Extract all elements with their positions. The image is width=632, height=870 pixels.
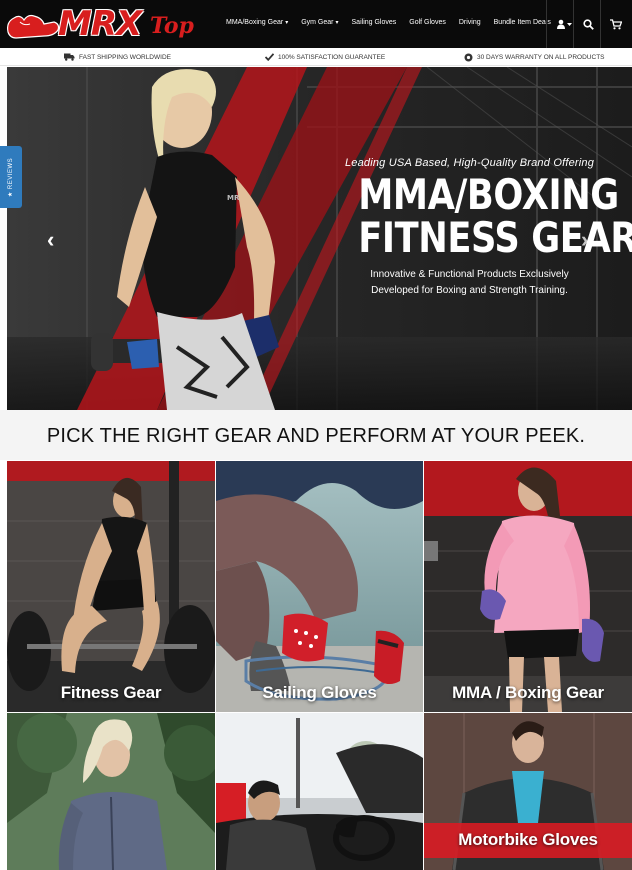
category-label: Motorbike Gloves — [458, 830, 598, 849]
mma-boxing-gear-image — [424, 461, 632, 712]
category-tile-gym-wear[interactable] — [7, 713, 215, 870]
nav-item-bundle-deals[interactable]: Bundle Item Deals — [494, 19, 551, 26]
hero-banner: MRX Leading USA Based, High-Quality Bran… — [7, 67, 632, 410]
nav-label: MMA/Boxing Gear — [226, 18, 284, 26]
cart-icon — [610, 18, 622, 29]
promo-warranty-text: 30 DAYS WARRANTY ON ALL PRODUCTS — [477, 53, 605, 61]
page: MRX Top MMA/Boxing Gear ▾ Gym Gear ▾ Sai… — [0, 0, 632, 870]
checkmark-icon — [265, 53, 274, 61]
search-button[interactable] — [573, 0, 603, 48]
driving-image — [216, 713, 423, 870]
gym-wear-image — [7, 713, 215, 870]
nav-label: Driving — [458, 18, 481, 26]
cart-button[interactable] — [601, 0, 631, 48]
hero-kicker: Leading USA Based, High-Quality Brand Of… — [344, 157, 595, 169]
hero-title-line1: MMA/BOXING — [358, 170, 619, 219]
hero-title-line2: FITNESS GEAR — [358, 213, 632, 262]
chevron-down-icon: ▾ — [335, 19, 339, 26]
nav-item-sailing-gloves[interactable]: Sailing Gloves — [352, 19, 397, 26]
nav-item-mma-boxing-gear[interactable]: MMA/Boxing Gear ▾ — [226, 19, 288, 26]
category-label: MMA / Boxing Gear — [452, 683, 604, 702]
category-tile-driving[interactable] — [216, 713, 423, 870]
hero-copy: Leading USA Based, High-Quality Brand Of… — [337, 157, 632, 299]
truck-icon — [64, 53, 75, 61]
nav-label: Golf Gloves — [409, 18, 446, 26]
promo-satisfaction-text: 100% SATISFACTION GUARANTEE — [278, 53, 386, 61]
category-label: Fitness Gear — [60, 683, 162, 702]
nav-label: Gym Gear — [301, 18, 334, 26]
chevron-down-icon: ▾ — [285, 19, 289, 26]
promo-strip: FAST SHIPPING WORLDWIDE 100% SATISFACTIO… — [0, 48, 632, 66]
site-header: MRX Top MMA/Boxing Gear ▾ Gym Gear ▾ Sai… — [0, 0, 632, 48]
user-icon — [557, 19, 572, 29]
carousel-prev-button[interactable]: ‹ — [47, 227, 54, 253]
flexing-arm-icon — [7, 14, 60, 39]
reviews-tab[interactable]: ★ REVIEWS — [0, 146, 22, 208]
promo-warranty: 30 DAYS WARRANTY ON ALL PRODUCTS — [464, 51, 605, 63]
category-tile-motorbike-gloves[interactable]: Motorbike Gloves — [424, 713, 632, 870]
promo-shipping: FAST SHIPPING WORLDWIDE — [64, 51, 171, 63]
shield-icon — [464, 53, 473, 61]
nav-label: Bundle Item Deals — [493, 18, 551, 26]
fitness-gear-image — [7, 461, 215, 712]
nav-item-golf-gloves[interactable]: Golf Gloves — [409, 19, 446, 26]
hero-subtitle-line1: Innovative & Functional Products Exclusi… — [370, 269, 569, 280]
section-headline: PICK THE RIGHT GEAR AND PERFORM AT YOUR … — [46, 425, 586, 447]
promo-shipping-text: FAST SHIPPING WORLDWIDE — [79, 53, 171, 61]
nav-item-gym-gear[interactable]: Gym Gear ▾ — [301, 19, 338, 26]
main-nav: MMA/Boxing Gear ▾ Gym Gear ▾ Sailing Glo… — [226, 0, 564, 44]
reviews-tab-label: ★ REVIEWS — [8, 157, 15, 197]
category-tile-mma-boxing-gear[interactable]: MMA / Boxing Gear — [424, 461, 632, 712]
sailing-gloves-image — [216, 461, 423, 712]
logo-suffix: Top — [150, 13, 194, 39]
category-label: Sailing Gloves — [262, 683, 377, 702]
category-tile-sailing-gloves[interactable]: Sailing Gloves — [216, 461, 423, 712]
header-divider — [546, 0, 547, 48]
nav-item-driving[interactable]: Driving — [459, 19, 481, 26]
category-tile-fitness-gear[interactable]: Fitness Gear — [7, 461, 215, 712]
carousel-next-button[interactable]: › — [581, 227, 588, 253]
search-icon — [582, 18, 594, 30]
nav-label: Sailing Gloves — [351, 18, 397, 26]
hero-subtitle-line2: Developed for Boxing and Strength Traini… — [371, 285, 568, 296]
logo-wordmark: MRX — [58, 4, 142, 44]
promo-satisfaction: 100% SATISFACTION GUARANTEE — [265, 51, 385, 63]
site-logo[interactable]: MRX Top — [4, 4, 204, 44]
